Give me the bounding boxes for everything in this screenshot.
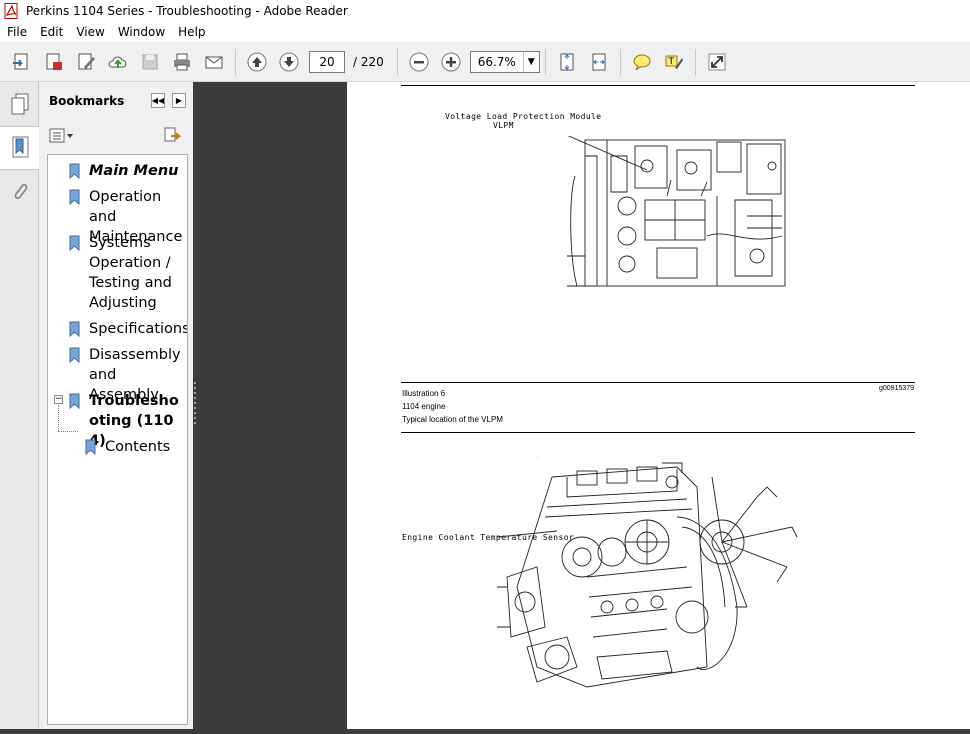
- edit-button[interactable]: [72, 48, 100, 76]
- fit-page-button[interactable]: [553, 48, 581, 76]
- previous-page-button[interactable]: [243, 48, 271, 76]
- chevron-right-icon: ▶: [175, 96, 183, 105]
- status-strip: [0, 729, 970, 734]
- double-chevron-left-icon: ◀◀: [151, 96, 165, 105]
- bookmarks-tab-button[interactable]: [0, 126, 39, 170]
- fit-width-button[interactable]: [585, 48, 613, 76]
- bookmark-icon: [69, 393, 80, 409]
- bookmark-specifications[interactable]: Specifications: [69, 319, 187, 339]
- create-pdf-button[interactable]: [40, 48, 68, 76]
- fit-page-icon: [560, 53, 574, 70]
- adobe-reader-icon: [4, 3, 18, 19]
- caption-rule-bottom: [401, 432, 915, 433]
- cloud-upload-icon: [108, 56, 127, 68]
- menu-window[interactable]: Window: [111, 25, 171, 39]
- collapse-toggle[interactable]: −: [54, 395, 63, 404]
- highlight-text-icon: T: [665, 55, 683, 69]
- collapse-panel-button[interactable]: ◀◀: [151, 93, 165, 108]
- window-title: Perkins 1104 Series - Troubleshooting - …: [26, 4, 348, 18]
- pdf-page: Voltage Load Protection Module VLPM Illu…: [347, 82, 970, 734]
- bookmarks-header: Bookmarks ◀◀ ▶: [39, 82, 193, 120]
- page-thumbnails-icon: [11, 93, 28, 115]
- menu-view[interactable]: View: [69, 25, 110, 39]
- attachments-button[interactable]: [0, 170, 39, 214]
- bookmark-contents[interactable]: Contents: [85, 437, 187, 457]
- bookmark-icon: [69, 163, 80, 179]
- toolbar-separator: [544, 48, 546, 75]
- svg-text:T: T: [667, 57, 674, 67]
- zoom-select[interactable]: 66.7% ▼: [469, 50, 540, 73]
- bookmark-icon: [85, 439, 96, 455]
- save-button[interactable]: [136, 48, 164, 76]
- menu-edit[interactable]: Edit: [33, 25, 69, 39]
- page-total: / 220: [353, 54, 384, 69]
- save-disk-icon: [142, 54, 158, 69]
- page-thumbnails-button[interactable]: [0, 82, 39, 126]
- toolbar-separator: [235, 48, 236, 75]
- bookmarks-tree: Main Menu Operation and Maintenance Syst…: [47, 154, 188, 725]
- top-rule: [401, 85, 915, 86]
- toolbar-separator: [619, 48, 621, 75]
- print-button[interactable]: [168, 48, 196, 76]
- bookmark-icon: [69, 189, 80, 205]
- title-bar: Perkins 1104 Series - Troubleshooting - …: [0, 0, 970, 22]
- bookmark-icon: [69, 235, 80, 251]
- bookmark-main-menu[interactable]: Main Menu: [69, 161, 187, 181]
- caption-rule-top: [401, 382, 915, 383]
- highlight-button[interactable]: T: [660, 48, 688, 76]
- bookmarks-toolbar: [39, 120, 193, 150]
- vlpm-illustration: [567, 136, 786, 287]
- bookmark-icon: [12, 136, 28, 158]
- plus-circle-icon: [441, 52, 461, 71]
- toolbar-separator: [396, 48, 398, 75]
- illustration-caption-location: Typical location of the VLPM: [402, 415, 503, 424]
- bookmarks-panel: Bookmarks ◀◀ ▶ Main Menu Operation and M…: [39, 82, 193, 734]
- zoom-out-button[interactable]: [405, 48, 433, 76]
- paperclip-icon: [14, 183, 27, 200]
- expand-button[interactable]: [703, 48, 731, 76]
- comment-button[interactable]: [628, 48, 656, 76]
- menu-bar: File Edit View Window Help: [0, 22, 970, 42]
- illustration-id: g00915379: [879, 385, 915, 392]
- zoom-value: 66.7%: [477, 54, 516, 69]
- expand-arrows-icon: [708, 53, 726, 70]
- navigation-rail: [0, 82, 39, 734]
- zoom-in-button[interactable]: [437, 48, 465, 76]
- expand-bookmark-icon[interactable]: [163, 126, 181, 144]
- speech-bubble-icon: [633, 54, 651, 70]
- bookmark-systems-operation[interactable]: Systems Operation / Testing and Adjustin…: [69, 233, 187, 313]
- panel-resize-handle[interactable]: [193, 380, 197, 426]
- bookmark-icon: [69, 347, 80, 363]
- chevron-down-icon[interactable]: ▼: [522, 51, 539, 72]
- document-background: [193, 82, 347, 734]
- page-number-input[interactable]: 20: [309, 50, 345, 73]
- bookmarks-title: Bookmarks: [49, 94, 125, 108]
- envelope-icon: [205, 56, 223, 68]
- toolbar: 20 / 220 66.7% ▼ T: [0, 42, 970, 82]
- illustration-title: Illustration 6: [402, 389, 446, 398]
- email-button[interactable]: [200, 48, 228, 76]
- menu-file[interactable]: File: [0, 25, 33, 39]
- printer-icon: [174, 53, 190, 70]
- illustration-caption-engine: 1104 engine: [402, 402, 446, 411]
- arrow-down-icon: [279, 52, 299, 71]
- open-button[interactable]: [8, 48, 36, 76]
- tree-line: [58, 405, 59, 431]
- open-file-icon: [13, 53, 28, 69]
- options-menu-icon[interactable]: [49, 128, 75, 144]
- next-page-button[interactable]: [275, 48, 303, 76]
- arrow-up-icon: [247, 52, 267, 71]
- create-pdf-icon: [46, 53, 62, 70]
- bookmark-icon: [69, 321, 80, 337]
- engine-illustration: [497, 457, 798, 688]
- upload-button[interactable]: [104, 48, 132, 76]
- label-vlpm: Voltage Load Protection Module: [445, 112, 602, 121]
- toolbar-separator: [694, 48, 696, 75]
- edit-pencil-icon: [78, 53, 95, 69]
- menu-help[interactable]: Help: [171, 25, 211, 39]
- minus-circle-icon: [409, 52, 429, 71]
- panel-options-button[interactable]: ▶: [172, 93, 186, 108]
- fit-width-icon: [592, 53, 606, 70]
- label-vlpm-abbrev: VLPM: [493, 121, 514, 130]
